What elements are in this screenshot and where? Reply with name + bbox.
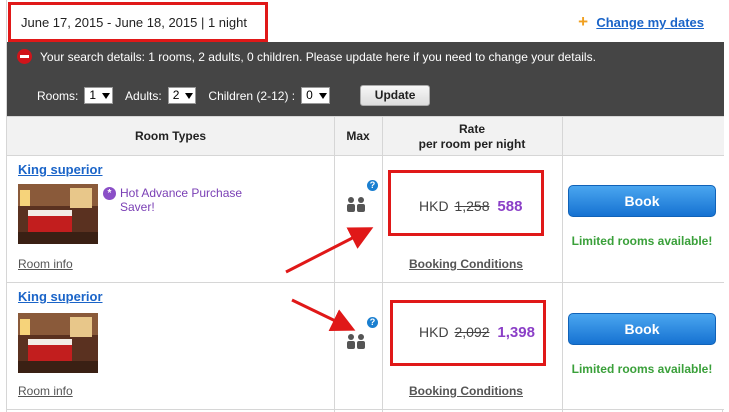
rooms-value: 1	[89, 88, 97, 102]
header-rate-line2: per room per night	[418, 136, 526, 151]
star-icon: *	[103, 187, 116, 200]
update-button[interactable]: Update	[359, 85, 431, 106]
rooms-select[interactable]: 1	[84, 87, 114, 104]
annotation-box-price-1	[388, 170, 544, 236]
room-photo[interactable]	[18, 184, 98, 244]
table-row: King superior Room info ? HKD 2,092 1,39…	[7, 283, 724, 410]
adults-value: 2	[172, 88, 180, 102]
availability-note: Limited rooms available!	[571, 362, 713, 376]
search-details-bar: Your search details: 1 rooms, 2 adults, …	[7, 42, 724, 116]
availability-note: Limited rooms available!	[571, 234, 713, 248]
book-button[interactable]: Book	[568, 313, 716, 345]
children-value: 0	[306, 88, 313, 102]
chevron-down-icon	[102, 92, 111, 99]
promo-text: Hot Advance Purchase Saver!	[120, 186, 243, 214]
table-header: Room Types Max Rate per room per night	[7, 116, 724, 156]
header-rate-line1: Rate	[458, 121, 485, 136]
search-message: Your search details: 1 rooms, 2 adults, …	[17, 49, 596, 64]
room-photo-image	[18, 313, 98, 373]
annotation-box-dates	[8, 2, 268, 42]
room-photo[interactable]	[18, 313, 98, 373]
guests-icon	[347, 334, 365, 349]
book-button[interactable]: Book	[568, 185, 716, 217]
table-row: King superior * Hot Advance Purchase Sav…	[7, 156, 724, 283]
room-info-link[interactable]: Room info	[18, 384, 73, 398]
children-label: Children (2-12) :	[208, 88, 296, 103]
room-name-link[interactable]: King superior	[18, 289, 103, 304]
header-room-types: Room Types	[134, 129, 207, 143]
column-divider	[334, 116, 335, 412]
annotation-box-price-2	[390, 300, 546, 366]
room-photo-image	[18, 184, 98, 244]
room-info-link[interactable]: Room info	[18, 257, 73, 271]
room-name-link[interactable]: King superior	[18, 162, 103, 177]
booking-conditions-link[interactable]: Booking Conditions	[409, 257, 523, 271]
header-rate: Rate per room per night	[382, 117, 562, 156]
booking-conditions-link[interactable]: Booking Conditions	[409, 384, 523, 398]
search-message-text: Your search details: 1 rooms, 2 adults, …	[40, 49, 596, 64]
help-icon[interactable]: ?	[367, 180, 378, 191]
help-icon[interactable]: ?	[367, 317, 378, 328]
rooms-label: Rooms:	[37, 88, 79, 103]
plus-icon: +	[578, 12, 588, 31]
promo-offer: * Hot Advance Purchase Saver!	[103, 186, 263, 214]
adults-label: Adults:	[125, 88, 162, 103]
column-divider	[382, 116, 383, 412]
minus-circle-icon	[17, 49, 32, 64]
adults-select[interactable]: 2	[167, 87, 197, 104]
chevron-down-icon	[185, 92, 194, 99]
children-select[interactable]: 0	[301, 87, 330, 104]
chevron-down-icon	[318, 92, 327, 99]
column-divider	[562, 116, 563, 412]
change-dates-link[interactable]: Change my dates	[596, 15, 704, 30]
search-controls: Rooms: 1 Adults: 2 Children (2-12) : 0 U…	[37, 85, 431, 106]
rate-panel: June 17, 2015 - June 18, 2015 | 1 night …	[6, 0, 724, 412]
header-max: Max	[346, 129, 370, 143]
guests-icon	[347, 197, 365, 212]
